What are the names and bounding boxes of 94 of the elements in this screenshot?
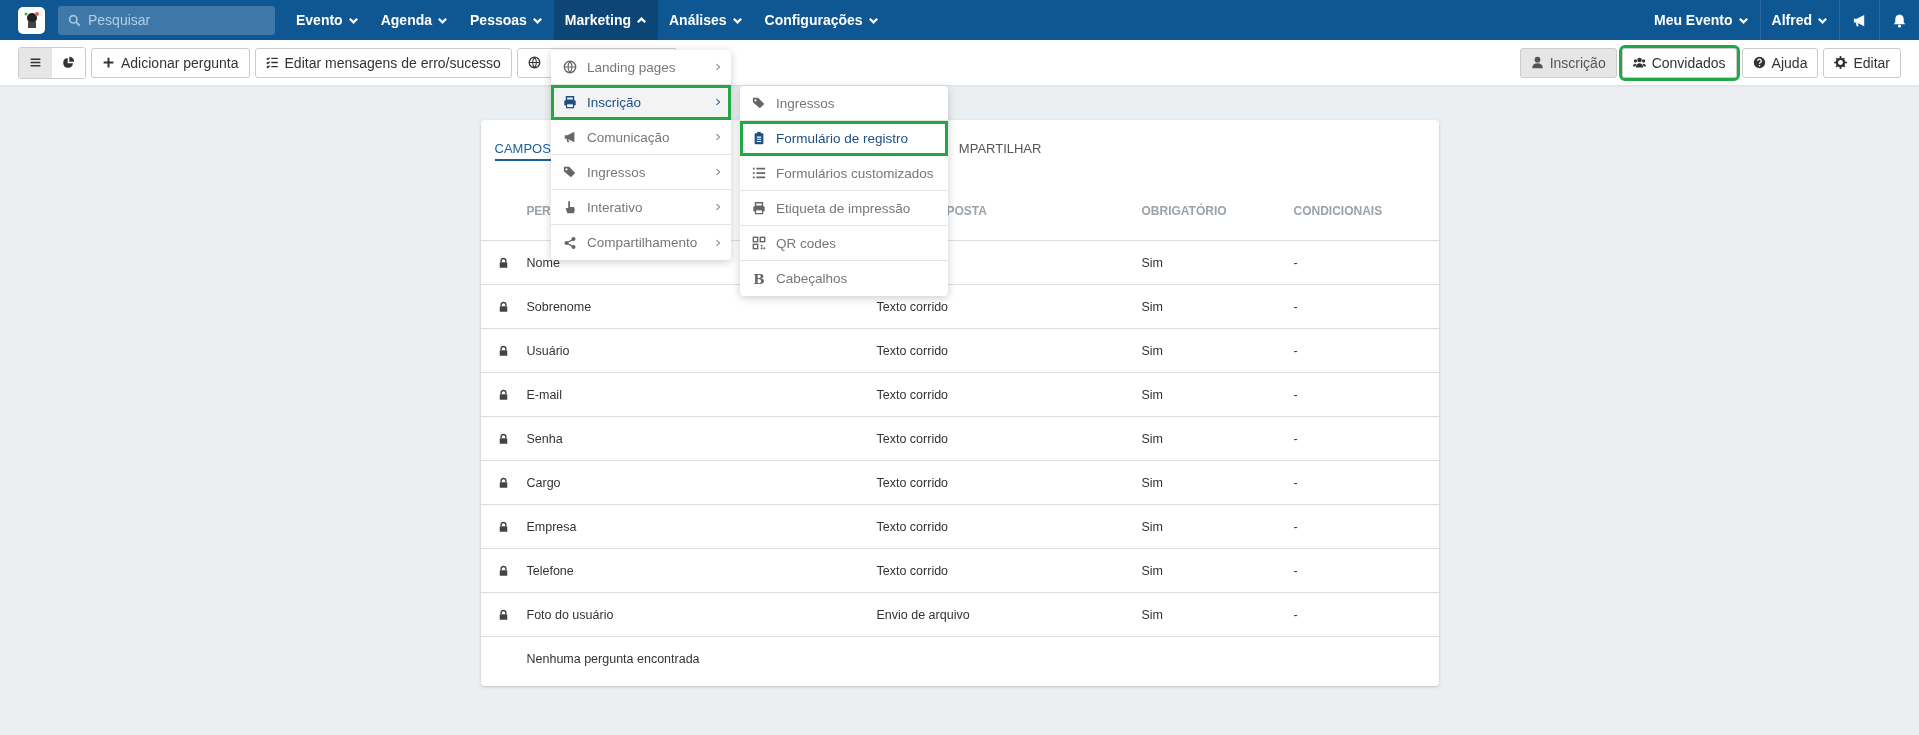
help-icon <box>1752 56 1766 69</box>
table-cell: - <box>1293 343 1298 358</box>
chevron-right-icon <box>715 237 721 248</box>
table-cell: E-mail <box>526 387 562 402</box>
menu-item[interactable]: B Cabeçalhos <box>740 261 948 296</box>
chevron-up-icon <box>636 14 647 26</box>
settings-icon <box>1834 56 1848 69</box>
globe-icon <box>563 60 577 74</box>
column-header: OBRIGATÓRIO <box>1141 204 1227 218</box>
column-header: PER <box>526 204 551 218</box>
chevron-right-icon <box>715 132 721 142</box>
toolbar-button[interactable]: Ajuda <box>1741 47 1819 78</box>
chevron-right-icon <box>715 167 721 177</box>
table-cell: Envio de arquivo <box>876 607 970 622</box>
table-cell: Telefone <box>526 563 574 578</box>
table-cell: Texto corrido <box>876 519 949 534</box>
toolbar-button[interactable]: Editar mensagens de erro/sucesso <box>254 47 512 78</box>
printer-icon <box>563 95 577 109</box>
bold-icon: B <box>752 270 766 287</box>
chevron-right-icon <box>715 62 721 72</box>
users-icon <box>1632 56 1646 69</box>
list-icon <box>752 166 766 180</box>
search-icon <box>68 13 81 27</box>
table-cell: - <box>1293 475 1298 490</box>
table-cell: Sim <box>1141 387 1164 402</box>
table-cell: - <box>1293 519 1298 534</box>
menu-item[interactable]: Ingressos <box>740 86 948 121</box>
pointing-hand-icon <box>563 200 577 214</box>
toolbar-button[interactable]: Convidados <box>1621 47 1737 78</box>
menu-item[interactable]: Comunicação <box>551 120 731 155</box>
plus-icon <box>102 56 115 69</box>
nav-menu-item[interactable]: Análises <box>658 0 754 40</box>
table-cell: Sim <box>1141 299 1164 314</box>
table-cell: Texto corrido <box>876 431 949 446</box>
table-cell: Sim <box>1141 607 1164 622</box>
table-cell: Sobrenome <box>526 299 592 314</box>
tag-icon <box>752 96 766 110</box>
menu-item[interactable]: Etiqueta de impressão <box>740 191 948 226</box>
table-cell: Sim <box>1141 431 1164 446</box>
nav-menu-item[interactable]: Marketing <box>553 0 658 40</box>
chevron-right-icon <box>715 202 721 212</box>
tags-icon <box>563 165 577 179</box>
checklist-icon <box>265 56 279 69</box>
menu-item[interactable]: Formulários customizados <box>740 156 948 191</box>
menu-item[interactable]: Formulário de registro <box>740 121 948 156</box>
table-cell: Foto do usuário <box>526 607 614 622</box>
table-cell: - <box>1293 607 1298 622</box>
menu-item[interactable]: Ingressos <box>551 155 731 190</box>
table-cell: - <box>1293 431 1298 446</box>
table-cell: Texto corrido <box>876 299 949 314</box>
table-cell: Sim <box>1141 475 1164 490</box>
nav-menu-item[interactable]: Pessoas <box>459 0 554 40</box>
clipboard-icon <box>752 131 766 145</box>
search-field[interactable]: Pesquisar <box>58 5 275 35</box>
table-cell: Cargo <box>526 475 561 490</box>
share-icon <box>563 235 577 250</box>
nav-menu-item[interactable]: Configurações <box>753 0 890 40</box>
column-header: CONDICIONAIS <box>1293 204 1383 218</box>
user-icon <box>1530 56 1544 69</box>
menu-icon <box>29 56 42 69</box>
table-cell: - <box>1293 563 1298 578</box>
table-cell: Usuário <box>526 343 570 358</box>
table-cell: Sim <box>1141 563 1164 578</box>
toolbar-button[interactable]: Adicionar pergunta <box>91 47 250 78</box>
empty-message: Nenhuma pergunta encontrada <box>526 651 700 666</box>
toolbar-button[interactable]: Editar <box>1823 47 1901 78</box>
table-cell: - <box>1293 387 1298 402</box>
table-cell: - <box>1293 299 1298 314</box>
menu-item[interactable]: QR codes <box>740 226 948 261</box>
pie-chart-icon <box>62 56 75 69</box>
menu-item[interactable]: Inscrição <box>551 85 731 120</box>
table-cell: Texto corrido <box>876 387 949 402</box>
nav-menu-item[interactable]: Meu Evento <box>1642 0 1760 40</box>
printer-icon <box>752 201 766 215</box>
table-cell: Texto corrido <box>876 563 949 578</box>
qr-code-icon <box>752 236 766 250</box>
table-cell: - <box>1293 255 1298 270</box>
tab[interactable]: MPARTILHAR <box>958 141 1042 161</box>
megaphone-icon <box>563 130 577 144</box>
nav-menu-item[interactable]: Evento <box>285 0 370 40</box>
globe-icon <box>527 56 541 69</box>
toolbar-button[interactable]: Inscrição <box>1519 47 1617 78</box>
table-cell: Empresa <box>526 519 577 534</box>
table-cell: Senha <box>526 431 563 446</box>
table-cell: Texto corrido <box>876 343 949 358</box>
table-cell: Sim <box>1141 255 1164 270</box>
nav-menu-item[interactable]: Agenda <box>369 0 460 40</box>
table-cell: Texto corrido <box>876 475 949 490</box>
chevron-right-icon <box>715 97 721 107</box>
table-cell: Sim <box>1141 343 1164 358</box>
list-view-button[interactable] <box>19 47 52 78</box>
table-cell: Sim <box>1141 519 1164 534</box>
menu-item[interactable]: Interativo <box>551 190 731 225</box>
logo-icon[interactable] <box>18 6 45 34</box>
